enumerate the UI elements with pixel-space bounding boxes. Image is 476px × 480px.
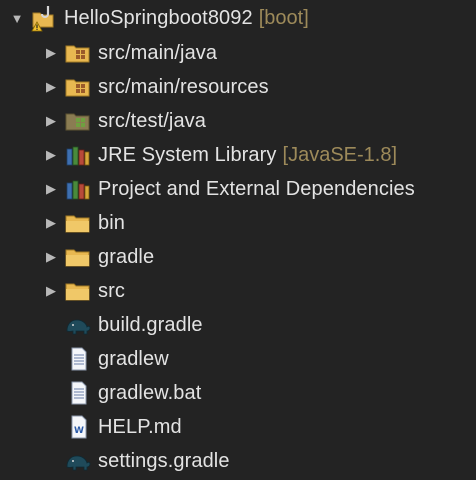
chevron-right-icon[interactable]: ▶ <box>42 112 60 130</box>
tree-item-jre-system-library[interactable]: ▶ JRE System Library [JavaSE-1.8] <box>0 138 476 172</box>
package-folder-icon <box>64 74 92 100</box>
tree-item-src-main-java[interactable]: ▶ src/main/java <box>0 36 476 70</box>
tree-item-settings-gradle[interactable]: settings.gradle <box>0 444 476 478</box>
chevron-right-icon[interactable]: ▶ <box>42 44 60 62</box>
tree-item-label: src/main/resources <box>98 75 269 98</box>
tree-item-gradlew[interactable]: gradlew <box>0 342 476 376</box>
tree-item-project-external-dependencies[interactable]: ▶ Project and External Dependencies <box>0 172 476 206</box>
folder-icon <box>64 278 92 304</box>
tree-item-gradle[interactable]: ▶ gradle <box>0 240 476 274</box>
folder-icon <box>64 210 92 236</box>
chevron-down-icon[interactable]: ▼ <box>8 9 26 27</box>
chevron-right-icon[interactable]: ▶ <box>42 282 60 300</box>
tree-item-label: gradlew.bat <box>98 381 202 404</box>
project-explorer-tree: ▼ HelloSpringboot8092 [boot] ▶ src/main/… <box>0 0 476 480</box>
chevron-right-icon[interactable]: ▶ <box>42 146 60 164</box>
tree-item-label: settings.gradle <box>98 449 230 472</box>
chevron-right-icon[interactable]: ▶ <box>42 248 60 266</box>
chevron-right-icon[interactable]: ▶ <box>42 78 60 96</box>
gradle-elephant-icon <box>64 448 92 474</box>
tree-item-label: src <box>98 279 125 302</box>
spring-project-icon <box>30 5 58 32</box>
library-icon <box>64 142 92 168</box>
tree-item-label: gradle <box>98 245 155 268</box>
project-root-item[interactable]: ▼ HelloSpringboot8092 [boot] <box>0 1 476 35</box>
tree-item-label: HELP.md <box>98 415 182 438</box>
tree-item-label: build.gradle <box>98 313 203 336</box>
tree-item-help-md[interactable]: W HELP.md <box>0 410 476 444</box>
tree-item-label: Project and External Dependencies <box>98 177 415 200</box>
tree-item-src-main-resources[interactable]: ▶ src/main/resources <box>0 70 476 104</box>
svg-text:W: W <box>74 426 84 436</box>
tree-item-decoration: [JavaSE-1.8] <box>282 143 398 166</box>
tree-item-label: JRE System Library <box>98 143 277 166</box>
text-file-icon <box>64 346 92 372</box>
tree-item-src[interactable]: ▶ src <box>0 274 476 308</box>
package-folder-icon <box>64 40 92 66</box>
chevron-right-icon[interactable]: ▶ <box>42 214 60 232</box>
tree-item-gradlew-bat[interactable]: gradlew.bat <box>0 376 476 410</box>
library-icon <box>64 176 92 202</box>
project-decoration: [boot] <box>258 6 309 29</box>
word-document-icon: W <box>64 414 92 440</box>
tree-item-label: src/test/java <box>98 109 206 132</box>
chevron-right-icon[interactable]: ▶ <box>42 180 60 198</box>
test-package-folder-icon <box>64 108 92 134</box>
tree-item-label: gradlew <box>98 347 169 370</box>
project-name: HelloSpringboot8092 <box>64 6 253 29</box>
folder-icon <box>64 244 92 270</box>
tree-item-label: bin <box>98 211 125 234</box>
tree-item-src-test-java[interactable]: ▶ src/test/java <box>0 104 476 138</box>
tree-item-label: src/main/java <box>98 41 218 64</box>
text-file-icon <box>64 380 92 406</box>
tree-item-bin[interactable]: ▶ bin <box>0 206 476 240</box>
gradle-elephant-icon <box>64 312 92 338</box>
tree-item-build-gradle[interactable]: build.gradle <box>0 308 476 342</box>
